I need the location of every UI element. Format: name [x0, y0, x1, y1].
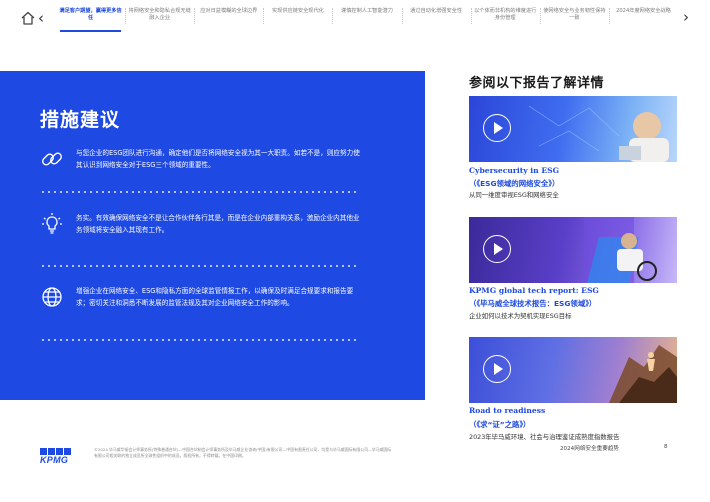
nav-tab-3[interactable]: 应对日益模糊的全球边界 — [194, 6, 263, 30]
report-thumbnail[interactable] — [469, 337, 677, 403]
dotted-divider — [40, 191, 358, 193]
nav-tab-1[interactable]: 满足客户期望，赢得更多信任 — [56, 6, 125, 32]
kpmg-logo: KPMG — [40, 448, 72, 465]
dotted-divider — [40, 265, 358, 267]
related-reports-heading: 参阅以下报告了解详情 — [469, 76, 605, 91]
recommendations-panel: 措施建议 与您企业的ESG团队进行沟通，确定他们是否将网络安全视为其一大职责。如… — [0, 71, 425, 400]
nav-tab-7[interactable]: 以个体而非机构的维度进行身份管理 — [470, 6, 540, 30]
logo-wordmark: KPMG — [40, 455, 69, 465]
chevron-right-icon[interactable]: › — [683, 9, 695, 25]
legal-notice: ©2024 毕马威华振会计师事务所(特殊普通合伙)—中国合伙制会计师事务所及毕马… — [94, 447, 392, 458]
page-number: 8 — [664, 444, 668, 450]
dotted-divider — [40, 339, 358, 341]
report-name: 2024网络安全重要趋势 — [560, 446, 619, 452]
play-icon[interactable] — [483, 235, 511, 263]
nav-tab-9[interactable]: 2024年度网络安全战略 — [608, 6, 678, 30]
home-icon[interactable] — [20, 10, 36, 26]
report-description: 企业如何以技术为契机实现ESG目标 — [469, 312, 572, 320]
section-tabs: 满足客户期望，赢得更多信任 将网络安全和隐私合规无缝融入企业 应对日益模糊的全球边界… — [56, 6, 678, 32]
play-icon[interactable] — [483, 114, 511, 142]
play-icon[interactable] — [483, 355, 511, 383]
nav-tab-2[interactable]: 将网络安全和隐私合规无缝融入企业 — [125, 6, 194, 30]
nav-tab-6[interactable]: 通过自动化增强安全性 — [401, 6, 471, 30]
report-title[interactable]: Cybersecurity in ESG — [469, 166, 559, 175]
report-description: 从同一维度审视ESG和网络安全 — [469, 191, 559, 199]
recommendation-text: 务实。有效确保网络安全不是让合作伙伴各行其是，而是在企业内部重构关系，激励企业内… — [76, 214, 360, 234]
nav-tab-5[interactable]: 谨慎控制人工智能潜力 — [332, 6, 401, 30]
report-description: 2023年毕马威环境、社会与治理鉴证成熟度指数报告 — [469, 433, 620, 441]
recommendation-text: 增强企业在网络安全、ESG和隐私方面的全球监管情报工作，以确保及时满足合规要求和… — [76, 287, 354, 307]
chevron-left-icon[interactable]: ‹ — [38, 10, 50, 26]
panel-title: 措施建议 — [40, 109, 121, 131]
report-subtitle[interactable]: （《求“证”之路》） — [469, 419, 530, 430]
report-subtitle[interactable]: （《ESG领域的网络安全》） — [469, 178, 559, 189]
report-thumbnail[interactable] — [469, 96, 677, 162]
report-title[interactable]: KPMG global tech report: ESG — [469, 286, 599, 295]
lightbulb-idea-icon — [42, 213, 62, 234]
globe-icon — [42, 287, 62, 307]
top-navigation: ‹ 满足客户期望，赢得更多信任 将网络安全和隐私合规无缝融入企业 应对日益模糊的全球… — [0, 0, 710, 36]
link-chain-icon — [42, 152, 62, 166]
report-thumbnail[interactable] — [469, 217, 677, 283]
recommendation-text: 与您企业的ESG团队进行沟通，确定他们是否将网络安全视为其一大职责。如若不是，则… — [76, 149, 360, 169]
nav-tab-4[interactable]: 实现供应链安全现代化 — [263, 6, 332, 30]
report-subtitle[interactable]: （《毕马威全球技术报告：ESG领域》） — [469, 298, 596, 309]
nav-tab-8[interactable]: 使网络安全与业务韧性保持一致 — [539, 6, 609, 30]
report-title[interactable]: Road to readiness — [469, 406, 545, 415]
